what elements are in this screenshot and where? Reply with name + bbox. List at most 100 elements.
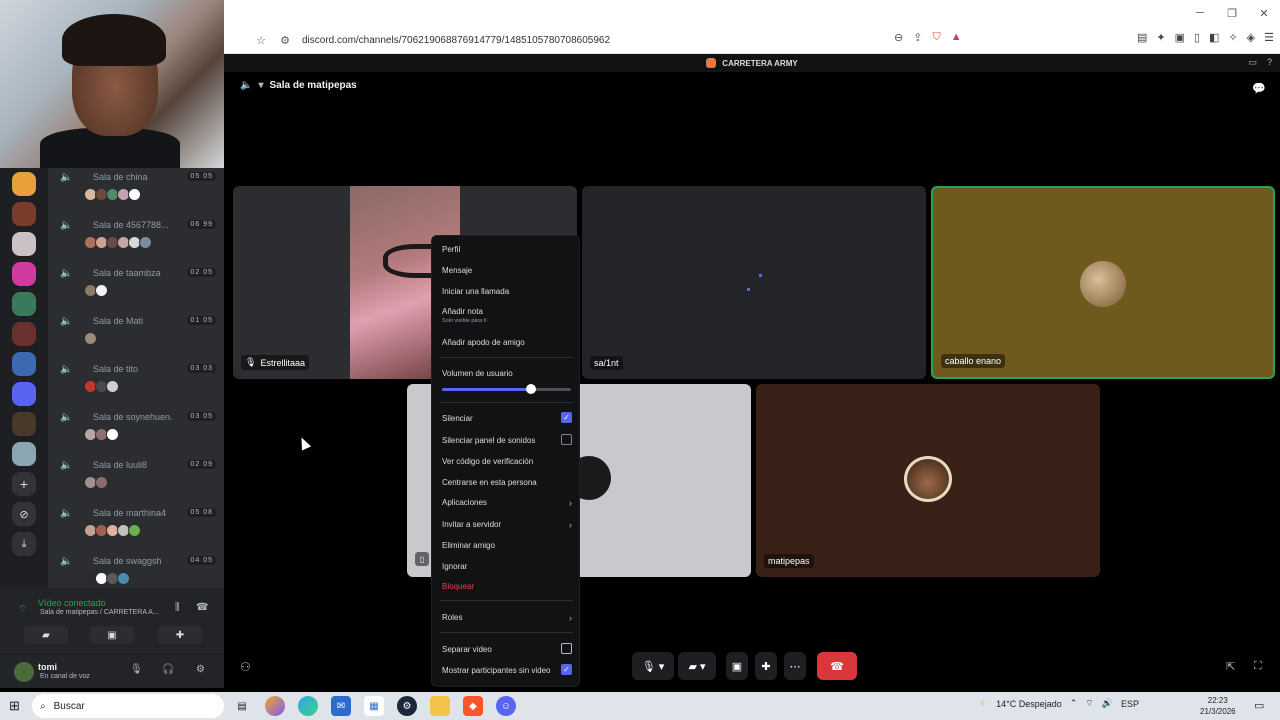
fullscreen-icon[interactable]: ⛶ <box>1254 660 1262 673</box>
avatar[interactable] <box>106 380 119 393</box>
menu-item-invitar-servidor[interactable]: Invitar a servidor › <box>442 520 572 530</box>
start-icon[interactable]: ⊞ <box>9 698 20 714</box>
language-indicator[interactable]: ESP <box>1121 699 1139 709</box>
camera-button[interactable]: ▰ <box>24 626 68 644</box>
voice-room[interactable]: 🔈 Sala de luuli8 02 09 <box>48 458 224 506</box>
noise-suppression-icon[interactable]: ⫼ <box>175 602 180 613</box>
menu-item-silenciar[interactable]: Silenciar ✓ <box>442 412 572 423</box>
menu-item-codigo-verificacion[interactable]: Ver código de verificación <box>442 457 572 466</box>
store-icon[interactable]: ▦ <box>364 696 384 716</box>
avatar[interactable] <box>95 284 108 297</box>
clock[interactable]: 22:23 21/3/2026 <box>1200 695 1236 717</box>
popout-icon[interactable]: ⇱ <box>1226 660 1235 673</box>
menu-item-perfil[interactable]: Perfil <box>442 245 572 254</box>
inbox-icon[interactable]: ▭ <box>1248 57 1257 68</box>
avatar[interactable] <box>128 524 141 537</box>
server-icon-7[interactable] <box>12 352 36 376</box>
voice-room[interactable]: 🔈 Sala de 4567788... 06 99 <box>48 218 224 266</box>
disconnect-icon[interactable]: ☎ <box>196 602 208 613</box>
vpn-icon[interactable]: ◈ <box>1247 31 1255 44</box>
wallet-icon[interactable]: ◧ <box>1209 31 1219 44</box>
add-server-icon[interactable]: + <box>12 472 36 496</box>
voice-room[interactable]: 🔈 Sala de marthina4 05 08 <box>48 506 224 554</box>
address-bar[interactable]: ☆ ⚙ discord.com/channels/706219068876914… <box>254 30 1004 50</box>
server-icon-8[interactable] <box>12 382 36 406</box>
server-icon-4[interactable] <box>12 262 36 286</box>
avatar[interactable] <box>106 428 119 441</box>
copilot-icon[interactable] <box>265 696 285 716</box>
menu-item-iniciar-llamada[interactable]: Iniciar una llamada <box>442 287 572 296</box>
voice-room[interactable]: 🔈 Sala de taambza 02 05 <box>48 266 224 314</box>
user-volume-slider[interactable] <box>442 384 571 394</box>
avatar[interactable] <box>95 476 108 489</box>
close-window-button[interactable]: ✕ <box>1248 0 1280 26</box>
checkbox-checked-icon[interactable]: ✓ <box>561 664 572 675</box>
menu-icon[interactable]: ☰ <box>1264 31 1274 44</box>
voice-location[interactable]: Sala de matipepas / CARRETERA A... <box>40 609 159 616</box>
menu-item-centrarse[interactable]: Centrarse en esta persona <box>442 478 572 487</box>
avatar[interactable] <box>117 572 130 585</box>
brave-icon[interactable]: ◆ <box>463 696 483 716</box>
restore-button[interactable]: ❐ <box>1216 0 1248 26</box>
bookmark-icon[interactable]: ☆ <box>254 33 268 47</box>
voice-room[interactable]: 🔈 Sala de soynehuen. 03 05 <box>48 410 224 458</box>
voice-status[interactable]: Vídeo conectado <box>38 598 106 608</box>
menu-item-bloquear[interactable]: Bloquear <box>442 582 572 591</box>
settings-icon[interactable]: ⚙ <box>196 664 205 675</box>
more-options-button[interactable]: ⋯ <box>784 652 806 680</box>
help-icon[interactable]: ? <box>1267 57 1272 68</box>
explore-icon[interactable]: ⊘ <box>12 502 36 526</box>
server-icon-1[interactable] <box>12 172 36 196</box>
download-icon[interactable]: ▣ <box>1175 31 1185 44</box>
notifications-icon[interactable]: ▭ <box>1254 699 1264 712</box>
video-tile-speaking[interactable]: caballo enano <box>931 186 1275 379</box>
video-tile[interactable]: sa/1nt <box>582 186 926 379</box>
menu-item-anadir-apodo[interactable]: Añadir apodo de amigo <box>442 338 572 347</box>
download-apps-icon[interactable]: ⤓ <box>12 532 36 556</box>
weather-icon[interactable]: ☾ <box>980 698 988 709</box>
activities-button[interactable]: ✚ <box>158 626 202 644</box>
headphones-icon[interactable]: 🎧 <box>162 664 174 675</box>
voice-room[interactable]: 🔈 Sala de Mati 01 05 <box>48 314 224 362</box>
server-icon-10[interactable] <box>12 442 36 466</box>
menu-item-mensaje[interactable]: Mensaje <box>442 266 572 275</box>
zoom-icon[interactable]: ⊖ <box>894 31 903 44</box>
menu-item-anadir-nota[interactable]: Añadir nota Solo visible para ti <box>442 307 572 324</box>
url-text[interactable]: discord.com/channels/706219068876914779/… <box>302 35 610 46</box>
voice-room[interactable]: 🔈 Sala de china 05 05 <box>48 170 224 218</box>
rewards-icon[interactable]: ▲ <box>951 31 962 44</box>
signal-icon[interactable]: ⌔ <box>18 603 27 616</box>
server-icon-5[interactable] <box>12 292 36 316</box>
menu-item-ignorar[interactable]: Ignorar <box>442 562 572 571</box>
volume-slider-handle[interactable] <box>526 384 536 394</box>
shield-icon[interactable]: ⛉ <box>932 31 940 44</box>
avatar[interactable] <box>128 188 141 201</box>
puzzle-icon[interactable]: ✦ <box>1156 31 1165 44</box>
screen-share-button[interactable]: ▣ <box>90 626 134 644</box>
share-icon[interactable]: ⇪ <box>913 31 922 44</box>
edge-icon[interactable] <box>298 696 318 716</box>
screen-share-button[interactable]: ▣ <box>726 652 748 680</box>
menu-item-roles[interactable]: Roles › <box>442 613 572 623</box>
video-tile[interactable]: matipepas <box>756 384 1100 577</box>
server-icon-3[interactable] <box>12 232 36 256</box>
file-explorer-icon[interactable] <box>430 696 450 716</box>
microphone-toggle-button[interactable]: 🎙 ▾ <box>632 652 674 680</box>
mail-icon[interactable]: ✉ <box>331 696 351 716</box>
sidebar-icon[interactable]: ▯ <box>1194 31 1200 44</box>
menu-item-aplicaciones[interactable]: Aplicaciones › <box>442 498 572 508</box>
minimize-button[interactable]: ─ <box>1184 0 1216 26</box>
activity-launcher-icon[interactable]: ⚇ <box>240 660 251 674</box>
camera-toggle-button[interactable]: ▰ ▾ <box>678 652 716 680</box>
menu-item-eliminar-amigo[interactable]: Eliminar amigo <box>442 541 572 550</box>
disconnect-call-button[interactable]: ☎ <box>817 652 857 680</box>
menu-item-separar-video[interactable]: Separar video <box>442 643 572 654</box>
avatar[interactable] <box>14 662 34 682</box>
taskbar-search[interactable]: ⌕ Buscar <box>32 694 224 718</box>
chat-icon[interactable]: 💬 <box>1252 82 1266 95</box>
avatar[interactable] <box>84 332 97 345</box>
steam-icon[interactable]: ⚙ <box>397 696 417 716</box>
server-icon-2[interactable] <box>12 202 36 226</box>
server-icon-9[interactable] <box>12 412 36 436</box>
activities-button[interactable]: ✚ <box>755 652 777 680</box>
